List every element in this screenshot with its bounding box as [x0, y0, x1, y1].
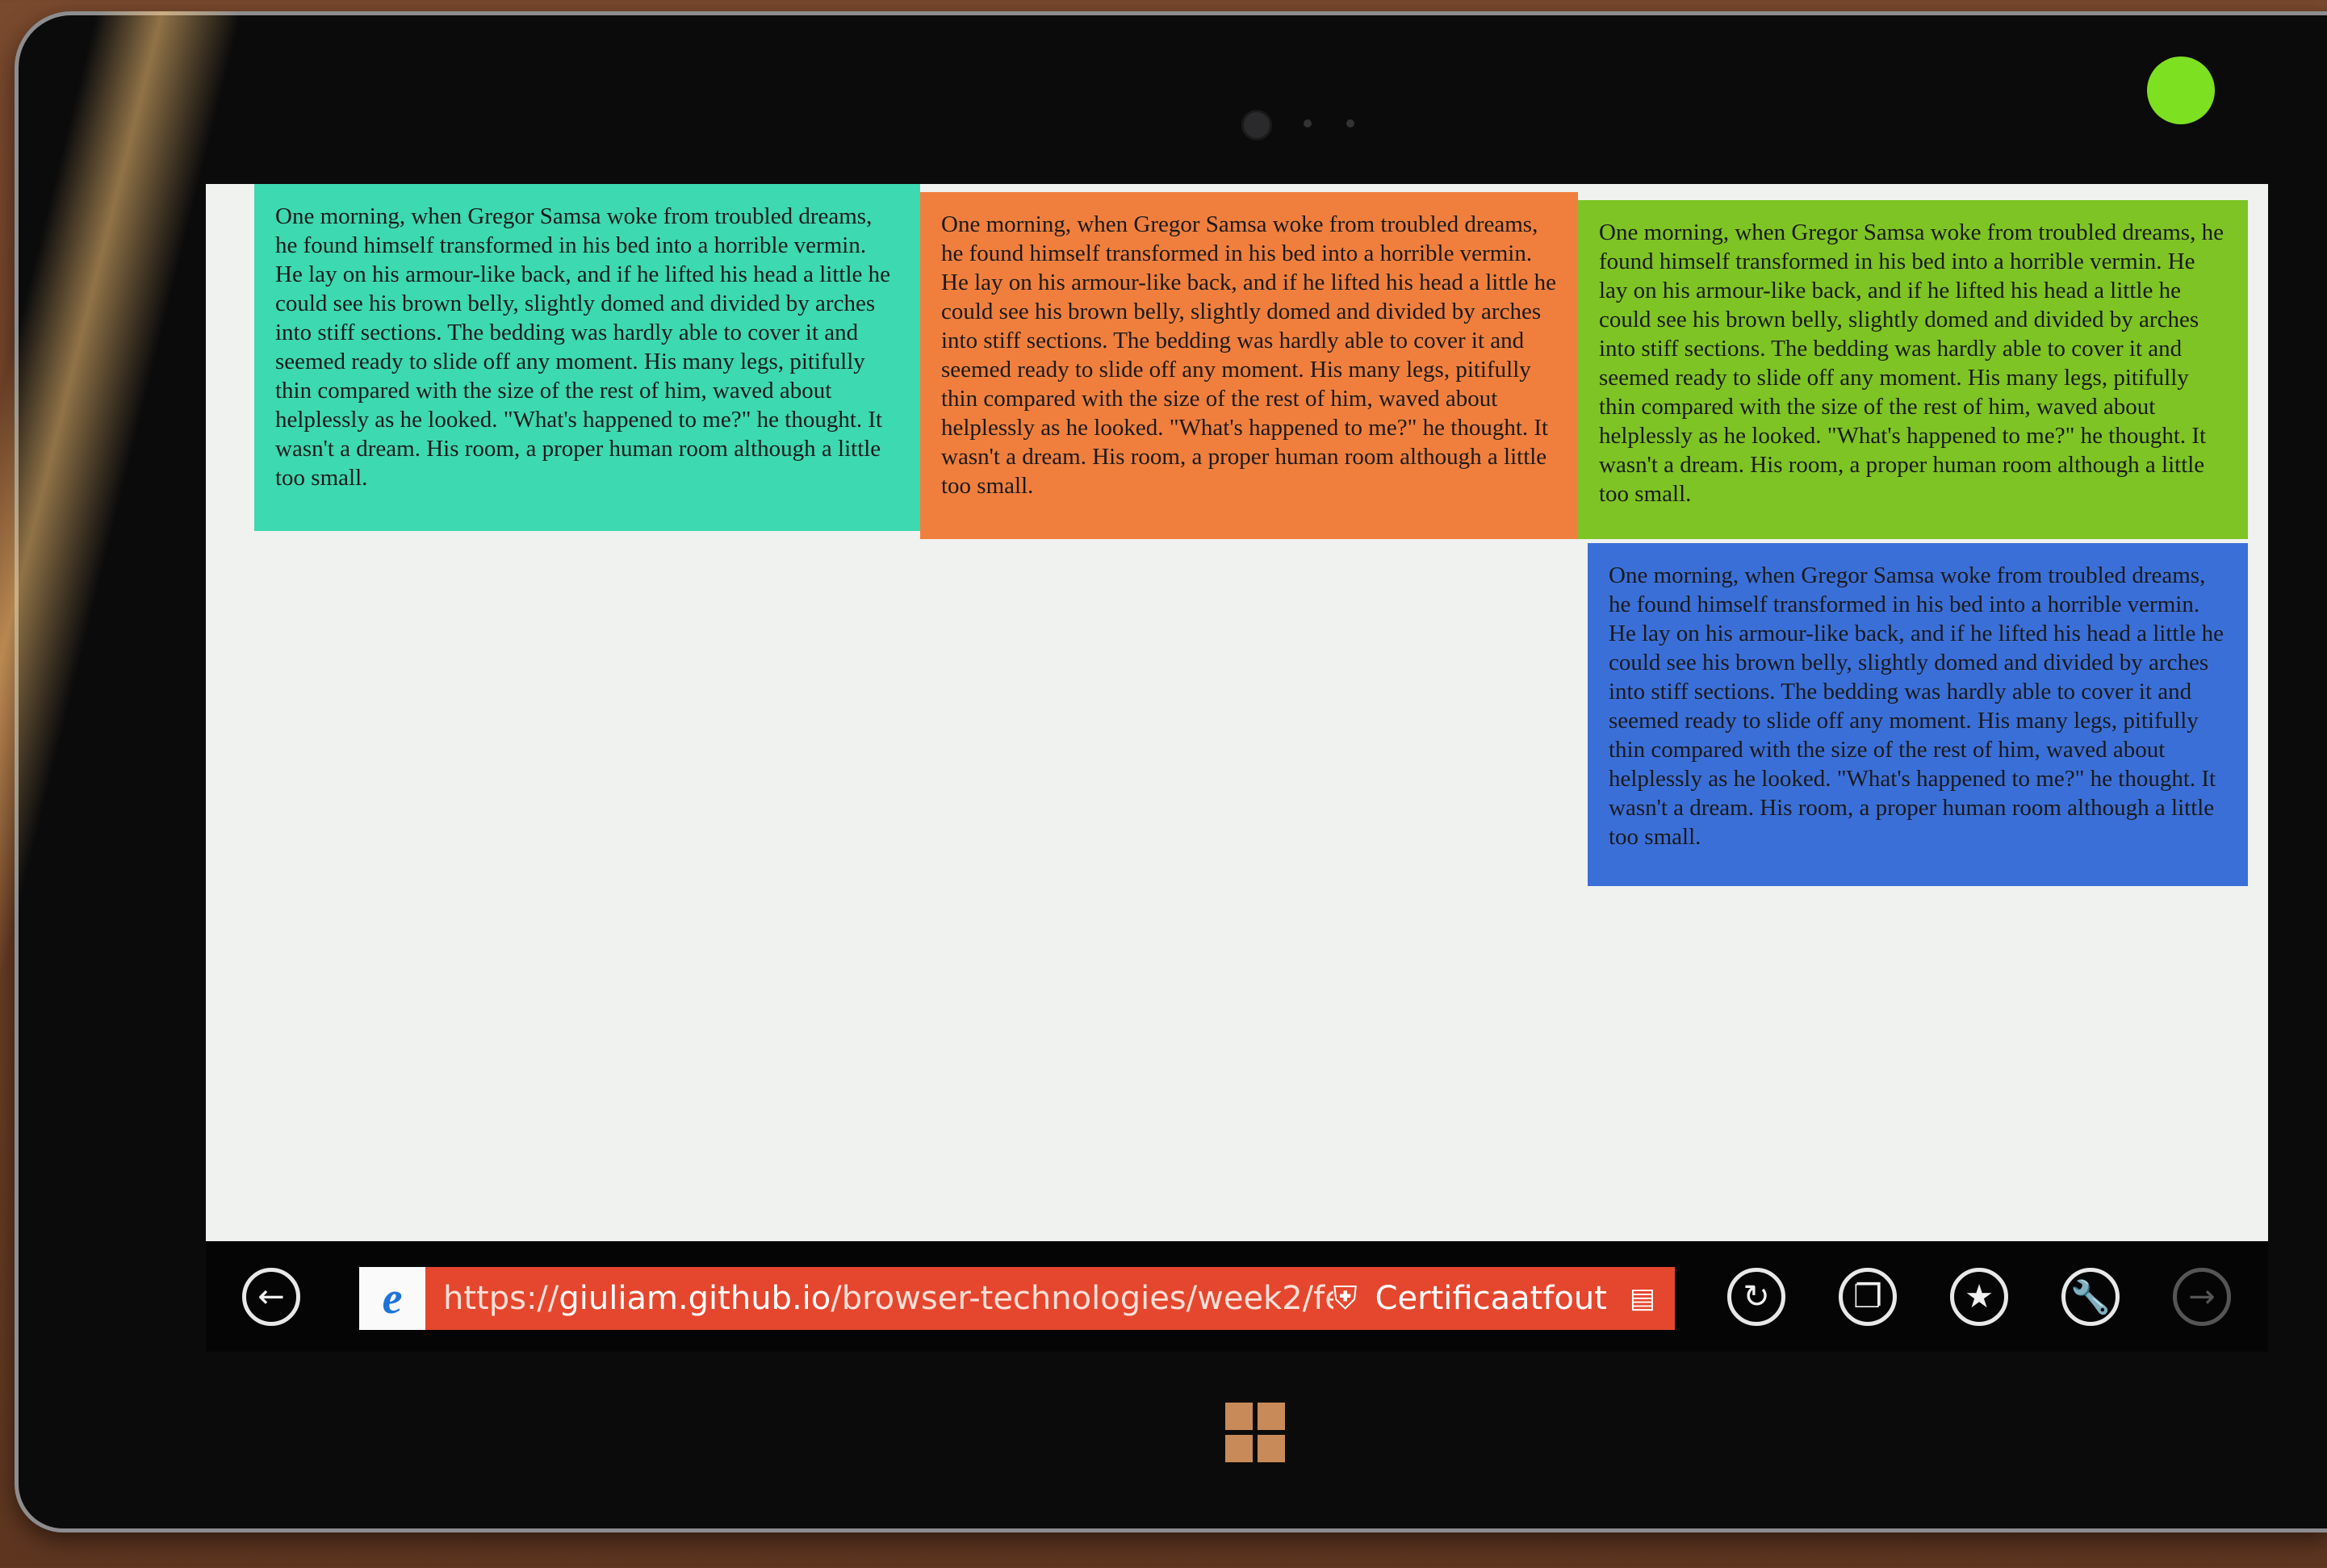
tabs-icon: ❐ [1853, 1278, 1882, 1315]
tabs-button[interactable]: ❐ [1839, 1268, 1897, 1326]
shield-x-icon: ⛨ [1333, 1280, 1358, 1317]
url-text[interactable]: https://giuliam.github.io/browser-techno… [425, 1280, 1333, 1317]
reading-view-icon[interactable]: ▤ [1630, 1282, 1655, 1315]
browser-address-bar: ← e https://giuliam.github.io/browser-te… [206, 1243, 2268, 1352]
text-block-blue: One morning, when Gregor Samsa woke from… [1588, 543, 2248, 886]
back-arrow-icon: ← [257, 1278, 285, 1315]
text-block-teal: One morning, when Gregor Samsa woke from… [254, 184, 920, 531]
url-scheme: https:// [443, 1280, 559, 1317]
url-path: /browser-technologies/week2/feature: [831, 1280, 1333, 1317]
front-camera [1241, 110, 1272, 140]
url-field[interactable]: e https://giuliam.github.io/browser-tech… [359, 1267, 1675, 1330]
tools-button[interactable]: 🔧 [2061, 1268, 2120, 1326]
text-block-green: One morning, when Gregor Samsa woke from… [1578, 200, 2248, 539]
star-icon: ★ [1965, 1278, 1994, 1315]
windows-logo-icon[interactable] [1225, 1403, 1285, 1462]
camera-sensor [1304, 119, 1312, 128]
certificate-error-indicator[interactable]: ⛨ Certificaatfout ▤ [1333, 1280, 1675, 1317]
forward-arrow-icon: → [2188, 1278, 2216, 1315]
favorites-button[interactable]: ★ [1950, 1268, 2008, 1326]
refresh-icon: ↻ [1743, 1278, 1770, 1315]
certificate-error-label: Certificaatfout [1375, 1280, 1607, 1317]
camera-sensor [1346, 119, 1354, 128]
browser-viewport: One morning, when Gregor Samsa woke from… [206, 184, 2268, 1241]
green-sticker [2147, 56, 2215, 124]
back-button[interactable]: ← [242, 1268, 300, 1326]
forward-button[interactable]: → [2173, 1268, 2231, 1326]
internet-explorer-icon: e [359, 1267, 425, 1330]
text-block-orange: One morning, when Gregor Samsa woke from… [920, 192, 1578, 539]
url-host: giuliam.github.io [559, 1280, 831, 1317]
wrench-icon: 🔧 [2070, 1278, 2111, 1316]
refresh-button[interactable]: ↻ [1727, 1268, 1785, 1326]
